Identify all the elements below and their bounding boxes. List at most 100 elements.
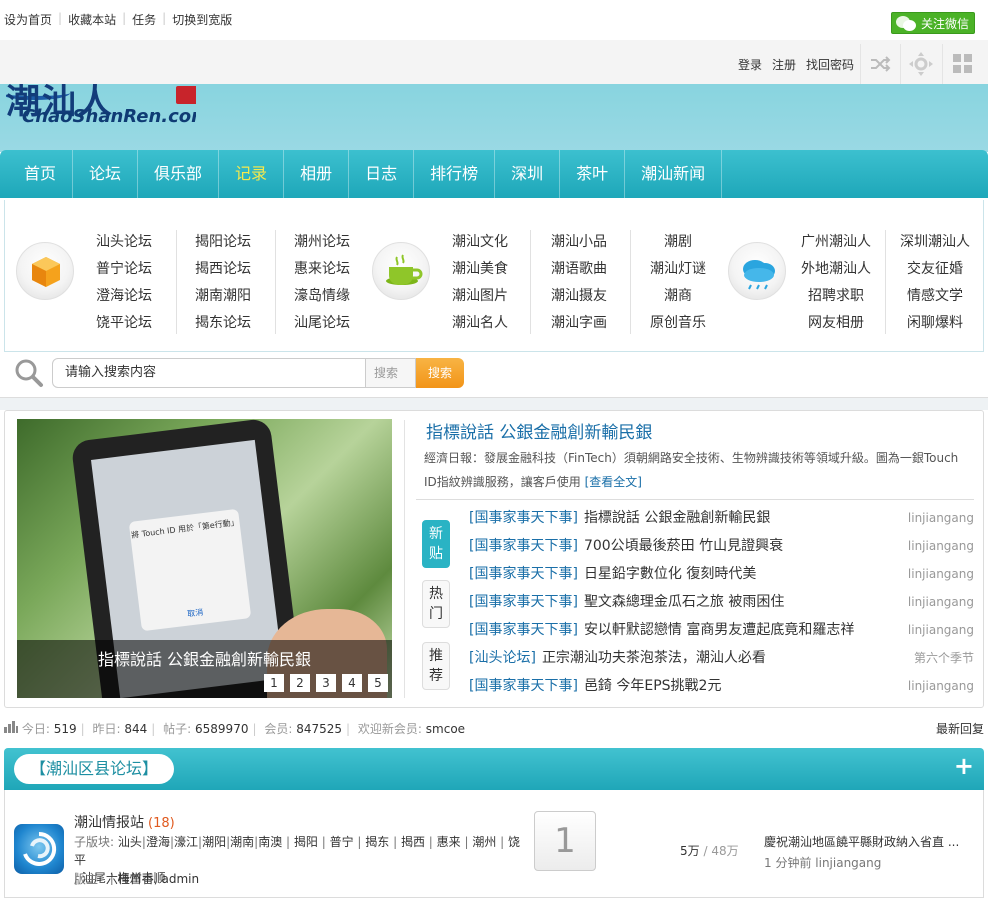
subforum-link[interactable]: 潮阳 xyxy=(202,835,226,849)
nav-tea[interactable]: 茶叶 xyxy=(560,150,626,198)
news-title-link[interactable]: 邑錡 今年EPS挑戰2元 xyxy=(584,678,722,694)
subforum-link[interactable]: 濠江 xyxy=(174,835,198,849)
news-title-link[interactable]: 指標說話 公銀金融創新輸民銀 xyxy=(584,510,770,526)
tab-recommended[interactable]: 推荐 xyxy=(422,642,450,690)
category-link[interactable]: 潮州论坛 xyxy=(294,234,350,250)
news-author[interactable]: linjiangang xyxy=(908,590,974,614)
slide-page-button[interactable]: 5 xyxy=(368,674,388,692)
category-link[interactable]: 揭西论坛 xyxy=(195,261,251,277)
news-category-link[interactable]: [国事家事天下事] xyxy=(469,538,578,554)
read-more-link[interactable]: [查看全文] xyxy=(585,475,642,489)
newest-member-link[interactable]: smcoe xyxy=(426,722,465,736)
tasks-link[interactable]: 任务 xyxy=(132,11,156,28)
subforum-link[interactable]: 澄海 xyxy=(146,835,170,849)
category-link[interactable]: 濠岛情缘 xyxy=(294,288,350,304)
tab-hot[interactable]: 热门 xyxy=(422,580,450,628)
category-link[interactable]: 潮汕图片 xyxy=(452,288,508,304)
subforum-link[interactable]: 揭东 xyxy=(365,835,389,849)
slide-page-button[interactable]: 4 xyxy=(342,674,362,692)
category-link[interactable]: 潮语歌曲 xyxy=(551,261,607,277)
follow-wechat-button[interactable]: 关注微信 xyxy=(891,12,975,34)
category-link[interactable]: 潮汕字画 xyxy=(551,315,607,331)
category-link[interactable]: 网友相册 xyxy=(808,315,864,331)
nav-home[interactable]: 首页 xyxy=(8,150,74,198)
wide-version-link[interactable]: 切换到宽版 xyxy=(172,11,232,28)
category-link[interactable]: 潮汕灯谜 xyxy=(650,261,706,277)
category-link[interactable]: 潮南潮阳 xyxy=(195,288,251,304)
news-title-link[interactable]: 正宗潮汕功夫茶泡茶法，潮汕人必看 xyxy=(542,650,766,666)
news-category-link[interactable]: [汕头论坛] xyxy=(469,650,536,666)
news-title-link[interactable]: 日星鉛字數位化 復刻時代美 xyxy=(584,566,756,582)
subforum-link[interactable]: 揭阳 xyxy=(294,835,318,849)
nav-forum[interactable]: 论坛 xyxy=(73,150,139,198)
news-author[interactable]: 第六个季节 xyxy=(914,646,974,670)
subforum-link[interactable]: 揭西 xyxy=(401,835,425,849)
search-button[interactable]: 搜索 xyxy=(416,358,464,388)
category-link[interactable]: 潮汕文化 xyxy=(452,234,508,250)
subforum-link[interactable]: 南澳 xyxy=(258,835,282,849)
category-link[interactable]: 广州潮汕人 xyxy=(801,234,871,250)
tab-new-posts[interactable]: 新贴 xyxy=(422,520,450,568)
search-input[interactable]: 请输入搜索内容 xyxy=(52,358,366,388)
news-author[interactable]: linjiangang xyxy=(908,674,974,698)
category-link[interactable]: 揭东论坛 xyxy=(195,315,251,331)
category-link[interactable]: 原创音乐 xyxy=(650,315,706,331)
category-link[interactable]: 潮商 xyxy=(664,288,692,304)
grid-icon[interactable] xyxy=(942,44,982,84)
search-scope-select[interactable]: 搜索 xyxy=(366,358,416,388)
subforum-link[interactable]: 惠来 xyxy=(437,835,461,849)
subforum-link[interactable]: 潮南 xyxy=(230,835,254,849)
nav-shenzhen[interactable]: 深圳 xyxy=(495,150,561,198)
nav-album[interactable]: 相册 xyxy=(284,150,350,198)
slide-page-button[interactable]: 2 xyxy=(290,674,310,692)
news-category-link[interactable]: [国事家事天下事] xyxy=(469,622,578,638)
navigator-icon[interactable] xyxy=(900,44,940,84)
category-link[interactable]: 饶平论坛 xyxy=(96,315,152,331)
last-post-author[interactable]: linjiangang xyxy=(815,856,881,870)
news-title-link[interactable]: 聖文森總理金瓜石之旅 被雨困住 xyxy=(584,594,784,610)
nav-blog[interactable]: 日志 xyxy=(349,150,415,198)
category-link[interactable]: 普宁论坛 xyxy=(96,261,152,277)
recover-password-link[interactable]: 找回密码 xyxy=(806,56,854,73)
news-category-link[interactable]: [国事家事天下事] xyxy=(469,678,578,694)
category-link[interactable]: 潮汕美食 xyxy=(452,261,508,277)
category-link[interactable]: 澄海论坛 xyxy=(96,288,152,304)
set-homepage-link[interactable]: 设为首页 xyxy=(4,11,52,28)
news-title-link[interactable]: 700公頃最後菸田 竹山見證興衰 xyxy=(584,538,783,554)
news-category-link[interactable]: [国事家事天下事] xyxy=(469,510,578,526)
category-link[interactable]: 闲聊爆料 xyxy=(907,315,963,331)
subforum-link[interactable]: 普宁 xyxy=(330,835,354,849)
category-link[interactable]: 交友征婚 xyxy=(907,261,963,277)
category-link[interactable]: 情感文学 xyxy=(907,288,963,304)
slideshow[interactable]: 將 Touch ID 用於「第e行動」 取消 指標說話 公銀金融創新輸民銀 1 … xyxy=(17,419,392,698)
category-link[interactable]: 汕头论坛 xyxy=(96,234,152,250)
category-link[interactable]: 潮汕摄友 xyxy=(551,288,607,304)
forum-logo-icon[interactable] xyxy=(14,824,64,874)
slide-page-button[interactable]: 3 xyxy=(316,674,336,692)
category-link[interactable]: 外地潮汕人 xyxy=(801,261,871,277)
site-logo[interactable]: 潮汕人 ChaoShanRen.com xyxy=(6,84,196,128)
nav-chaoshan-news[interactable]: 潮汕新闻 xyxy=(625,150,723,198)
shuffle-icon[interactable] xyxy=(860,44,900,84)
category-link[interactable]: 汕尾论坛 xyxy=(294,315,350,331)
moderator-links[interactable]: 六桂首香, admin xyxy=(106,872,199,886)
news-category-link[interactable]: [国事家事天下事] xyxy=(469,594,578,610)
category-link[interactable]: 潮汕小品 xyxy=(551,234,607,250)
subforum-link[interactable]: 潮州 xyxy=(472,835,496,849)
register-link[interactable]: 注册 xyxy=(772,56,796,73)
last-post-title-link[interactable]: 慶祝潮汕地區饒平縣財政納入省直 ... xyxy=(764,835,959,849)
subforum-link[interactable]: 汕头 xyxy=(118,835,142,849)
news-author[interactable]: linjiangang xyxy=(908,562,974,586)
slide-caption-text[interactable]: 指標說話 公銀金融創新輸民銀 xyxy=(17,646,392,670)
category-link[interactable]: 潮汕名人 xyxy=(452,315,508,331)
slide-page-button[interactable]: 1 xyxy=(264,674,284,692)
bookmark-link[interactable]: 收藏本站 xyxy=(68,11,116,28)
nav-ranking[interactable]: 排行榜 xyxy=(414,150,496,198)
login-link[interactable]: 登录 xyxy=(738,56,762,73)
forum-name-link[interactable]: 潮汕情报站 xyxy=(74,815,144,831)
news-title-link[interactable]: 安以軒默認戀情 富商男友遭起底竟和羅志祥 xyxy=(584,622,854,638)
news-author[interactable]: linjiangang xyxy=(908,506,974,530)
category-link[interactable]: 惠来论坛 xyxy=(294,261,350,277)
category-link[interactable]: 深圳潮汕人 xyxy=(900,234,970,250)
category-link[interactable]: 招聘求职 xyxy=(808,288,864,304)
